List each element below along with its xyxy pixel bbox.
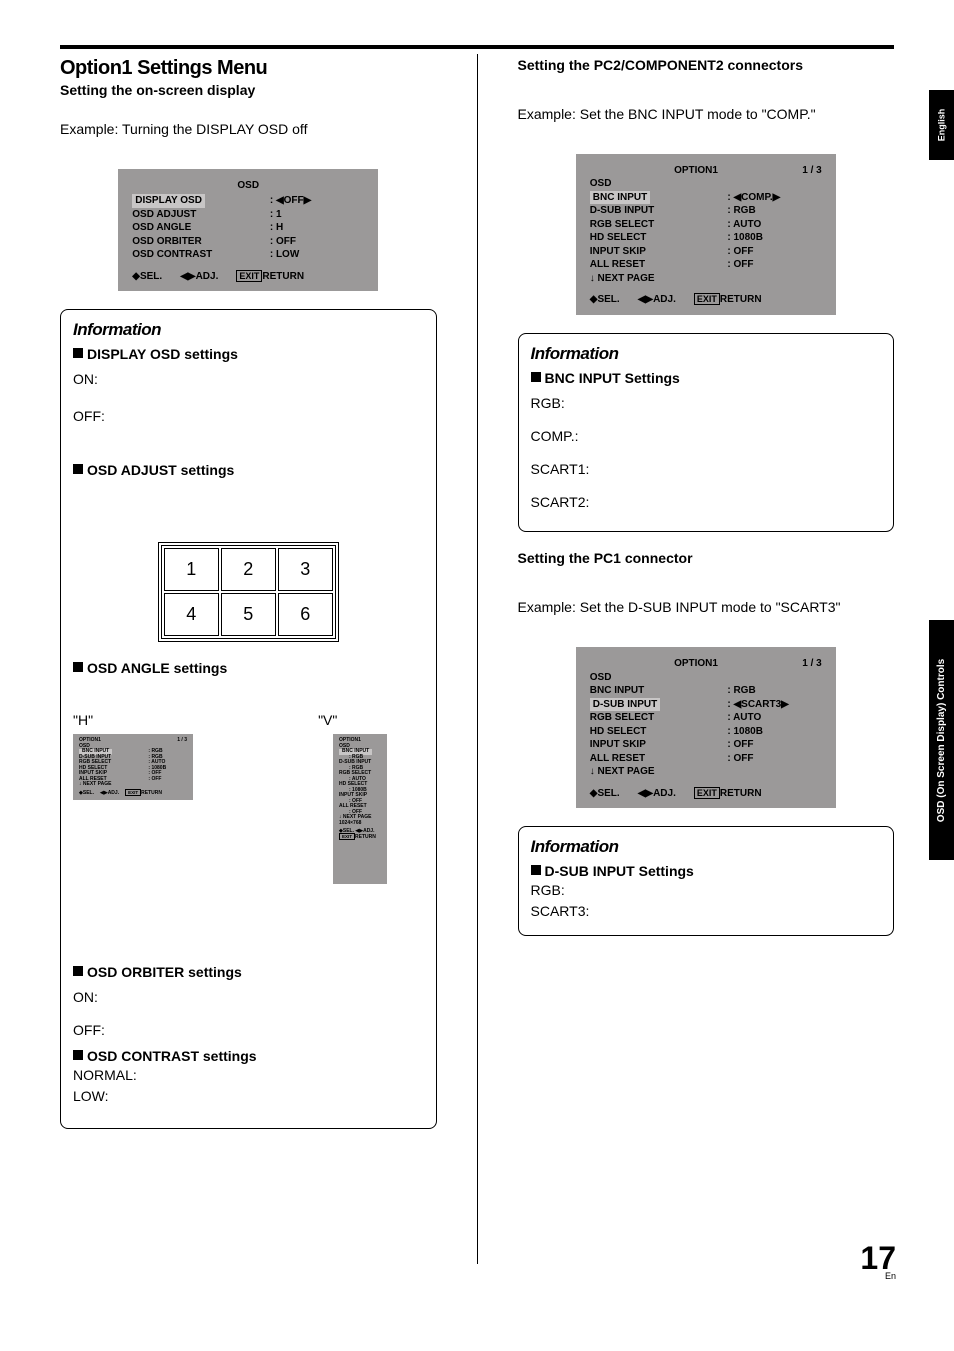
picto-cell: 5 (221, 593, 276, 636)
orbiter-on: ON: (73, 988, 424, 1007)
osd-row: INPUT SKIP: OFF (590, 245, 822, 259)
heading-pc1-connector: Setting the PC1 connector (518, 550, 895, 566)
mini-panel-h: OPTION11 / 3 OSDBNC INPUT: RGBD-SUB INPU… (73, 734, 193, 884)
osd-row: HD SELECT: 1080B (590, 725, 822, 739)
mini-panels-row: OPTION11 / 3 OSDBNC INPUT: RGBD-SUB INPU… (73, 734, 424, 884)
osd-row: OSD (590, 671, 822, 685)
osd-row: DISPLAY OSD: ◀OFF▶ (132, 194, 364, 208)
example-display-osd: Example: Turning the DISPLAY OSD off (60, 120, 437, 139)
tab-english-label: English (937, 109, 947, 142)
information-box-dsub: Information D-SUB INPUT Settings RGB: SC… (518, 826, 895, 936)
osd-contrast-settings-head: OSD CONTRAST settings (73, 1048, 424, 1064)
display-osd-on: ON: (73, 370, 424, 389)
osd-panel-mini-v: OPTION1 OSDBNC INPUT: RGBD-SUB INPUT: RG… (333, 734, 387, 884)
contrast-normal: NORMAL: (73, 1066, 424, 1085)
mini-panel-v: OPTION1 OSDBNC INPUT: RGBD-SUB INPUT: RG… (303, 734, 423, 884)
picto-cell: 4 (164, 593, 219, 636)
exit-return: EXITRETURN (236, 270, 304, 284)
angle-h-label: "H" (73, 712, 93, 728)
column-right: Setting the PC2/COMPONENT2 connectors Ex… (518, 57, 895, 1264)
bnc-rgb: RGB: (531, 394, 882, 413)
osd-row: D-SUB INPUT: RGB (590, 204, 822, 218)
osd-adjust-settings-head: OSD ADJUST settings (73, 462, 424, 478)
picto-cell: 6 (278, 593, 333, 636)
exit-return: EXITRETURN (694, 787, 762, 801)
dsub-rgb: RGB: (531, 881, 882, 900)
bnc-scart1: SCART1: (531, 460, 882, 479)
top-rule (60, 45, 894, 49)
osd-row: ↓ NEXT PAGE (590, 272, 822, 286)
column-left: Option1 Settings Menu Setting the on-scr… (60, 57, 437, 1264)
osd-panel-title: OSD (132, 179, 364, 193)
osd-row: ALL RESET: OFF (590, 752, 822, 766)
page: English OSD (On Screen Display) Controls… (0, 0, 954, 1294)
heading-pc2-component2: Setting the PC2/COMPONENT2 connectors (518, 57, 895, 73)
osd-panel-dsub: OPTION11 / 3 OSDBNC INPUT: RGBD-SUB INPU… (576, 647, 836, 808)
osd-row: HD SELECT: 1080B (590, 231, 822, 245)
osd-panel-display-osd: OSD DISPLAY OSD: ◀OFF▶OSD ADJUST: 1OSD A… (118, 169, 378, 292)
osd-angle-settings-head: OSD ANGLE settings (73, 660, 424, 676)
adj-indicator: ◀▶ADJ. (180, 270, 218, 284)
tab-osd: OSD (On Screen Display) Controls (929, 620, 954, 860)
angle-v-label: "V" (318, 712, 337, 728)
osd-row: OSD ANGLE: H (132, 221, 364, 235)
info-title: Information (73, 320, 424, 340)
info-title: Information (531, 344, 882, 364)
column-separator (477, 54, 478, 1264)
columns: Option1 Settings Menu Setting the on-scr… (60, 57, 894, 1264)
tab-english: English (929, 90, 954, 160)
bnc-comp: COMP.: (531, 427, 882, 446)
page-number: 17 En (860, 1242, 896, 1281)
osd-row: OSD CONTRAST: LOW (132, 248, 364, 262)
example-bnc-comp: Example: Set the BNC INPUT mode to "COMP… (518, 105, 895, 124)
display-osd-settings-head: DISPLAY OSD settings (73, 346, 424, 362)
dsub-scart3: SCART3: (531, 902, 882, 921)
osd-adjust-pictogram: 1 2 3 4 5 6 (158, 542, 339, 642)
sel-indicator: ◆SEL. (132, 270, 162, 284)
example-dsub-scart3: Example: Set the D-SUB INPUT mode to "SC… (518, 598, 895, 617)
osd-row: RGB SELECT: AUTO (590, 218, 822, 232)
adj-indicator: ◀▶ADJ. (638, 787, 676, 801)
osd-row: ↓ NEXT PAGE (79, 782, 187, 788)
osd-row: OSD (590, 177, 822, 191)
osd-row: RGB SELECT: AUTO (590, 711, 822, 725)
osd-panel-rows: DISPLAY OSD: ◀OFF▶OSD ADJUST: 1OSD ANGLE… (132, 194, 364, 262)
osd-row: ↓ NEXT PAGE (590, 765, 822, 779)
osd-row: D-SUB INPUT: ◀SCART3▶ (590, 698, 822, 712)
picto-cell: 2 (221, 548, 276, 591)
picto-cell: 1 (164, 548, 219, 591)
bnc-input-settings-head: BNC INPUT Settings (531, 370, 882, 386)
page-number-value: 17 (860, 1242, 896, 1274)
osd-row: ALL RESET: OFF (590, 258, 822, 272)
sel-indicator: ◆SEL. (590, 787, 620, 801)
info-title: Information (531, 837, 882, 857)
osd-panel-footer: ◆SEL. ◀▶ADJ. EXITRETURN (132, 270, 364, 284)
osd-orbiter-settings-head: OSD ORBITER settings (73, 964, 424, 980)
contrast-low: LOW: (73, 1087, 424, 1106)
information-box-bnc: Information BNC INPUT Settings RGB: COMP… (518, 333, 895, 533)
osd-panel-bnc: OPTION11 / 3 OSDBNC INPUT: ◀COMP.▶D-SUB … (576, 154, 836, 315)
osd-row: BNC INPUT: ◀COMP.▶ (590, 191, 822, 205)
osd-row: BNC INPUT: RGB (590, 684, 822, 698)
osd-panel-mini-h: OPTION11 / 3 OSDBNC INPUT: RGBD-SUB INPU… (73, 734, 193, 800)
dsub-input-settings-head: D-SUB INPUT Settings (531, 863, 882, 879)
exit-button-label: EXIT (236, 270, 262, 282)
tab-osd-label: OSD (On Screen Display) Controls (936, 658, 947, 821)
osd-row: OSD ADJUST: 1 (132, 208, 364, 222)
osd-row: OSD ORBITER: OFF (132, 235, 364, 249)
sel-indicator: ◆SEL. (590, 293, 620, 307)
exit-return: EXITRETURN (694, 293, 762, 307)
osd-row: INPUT SKIP: OFF (590, 738, 822, 752)
display-osd-off: OFF: (73, 407, 424, 426)
information-box-left: Information DISPLAY OSD settings ON: OFF… (60, 309, 437, 1129)
heading-option1-menu: Option1 Settings Menu (60, 57, 437, 80)
heading-onscreen-display: Setting the on-screen display (60, 82, 437, 98)
picto-cell: 3 (278, 548, 333, 591)
adj-indicator: ◀▶ADJ. (638, 293, 676, 307)
bnc-scart2: SCART2: (531, 493, 882, 512)
orbiter-off: OFF: (73, 1021, 424, 1040)
